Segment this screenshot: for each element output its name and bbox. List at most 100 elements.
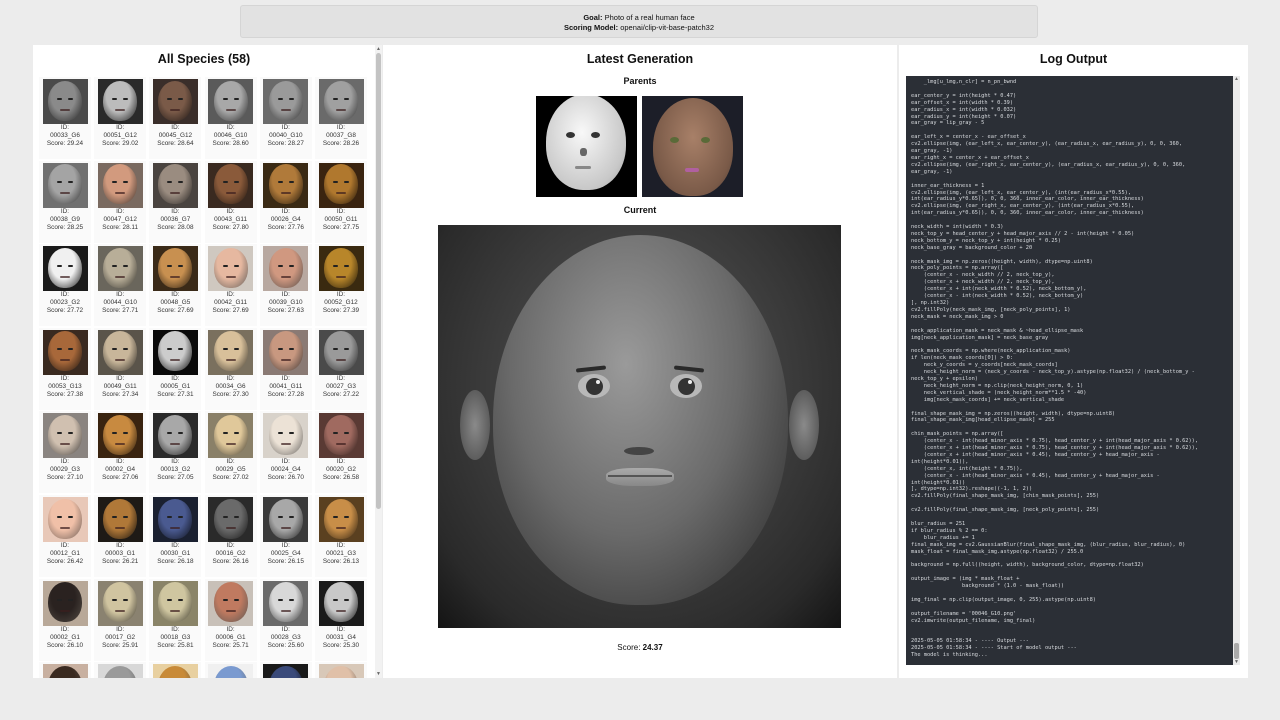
species-card[interactable]: ID: 00046_G10 Score: 28.60 (204, 77, 257, 159)
species-card[interactable]: ID: 00049_G11 Score: 27.34 (94, 327, 147, 410)
species-card[interactable]: ID: 00041_G11 Score: 27.28 (259, 327, 312, 410)
species-card[interactable]: ID: 00051_G12 Score: 29.02 (94, 77, 147, 159)
species-card[interactable]: ID: 00029_G3 Score: 27.10 (39, 411, 91, 494)
species-card[interactable]: ID: 00030_G1 Score: 26.18 (149, 495, 202, 577)
species-thumbnail[interactable] (263, 246, 309, 292)
species-thumbnail[interactable] (318, 580, 364, 626)
species-card[interactable]: ID: 00042_G11 Score: 27.69 (204, 244, 257, 327)
species-card[interactable]: ID: 00026_G4 Score: 27.76 (259, 160, 312, 243)
species-card[interactable]: ID: 00027_G3 Score: 27.22 (315, 327, 367, 410)
log-output-console[interactable]: _lmg[u_lmg,n_clr] = n_pn_bwnd ear_center… (906, 76, 1233, 665)
species-card[interactable]: ID: 00053_G13 Score: 27.38 (39, 327, 91, 410)
species-thumbnail[interactable] (263, 79, 309, 124)
species-thumbnail[interactable] (263, 413, 309, 459)
species-card[interactable]: ID: 00037_G8 Score: 28.26 (315, 77, 367, 159)
species-thumbnail[interactable] (208, 580, 254, 626)
species-thumbnail[interactable] (318, 497, 364, 542)
species-thumbnail[interactable] (318, 79, 364, 124)
species-card[interactable]: ID: 00047_G12 Score: 28.11 (94, 160, 147, 243)
species-thumbnail[interactable] (42, 79, 88, 124)
species-card[interactable]: ID: 00016_G2 Score: 26.16 (204, 495, 257, 577)
species-thumbnail[interactable] (152, 79, 198, 124)
species-thumbnail[interactable] (318, 329, 364, 375)
species-thumbnail[interactable] (152, 162, 198, 208)
species-thumbnail[interactable] (208, 413, 254, 459)
species-thumbnail[interactable] (42, 329, 88, 375)
species-card[interactable]: ID: 00012_G1 Score: 26.42 (39, 495, 91, 577)
species-card[interactable] (259, 662, 312, 678)
log-scroll-up-arrow-icon[interactable]: ▲ (1234, 76, 1239, 82)
species-card[interactable]: ID: 00017_G2 Score: 25.91 (94, 578, 147, 661)
species-card[interactable]: ID: 00048_G5 Score: 27.69 (149, 244, 202, 327)
species-thumbnail[interactable] (97, 413, 143, 459)
log-scroll-down-arrow-icon[interactable]: ▼ (1234, 659, 1239, 665)
species-thumbnail[interactable] (42, 664, 88, 678)
species-card[interactable]: ID: 00044_G10 Score: 27.71 (94, 244, 147, 327)
species-card[interactable] (149, 662, 202, 678)
species-thumbnail[interactable] (208, 79, 254, 124)
species-thumbnail[interactable] (97, 329, 143, 375)
species-thumbnail[interactable] (208, 664, 254, 678)
species-card[interactable]: ID: 00036_G7 Score: 28.08 (149, 160, 202, 243)
species-thumbnail[interactable] (152, 580, 198, 626)
species-thumbnail[interactable] (263, 329, 309, 375)
parent-image-1[interactable] (536, 96, 637, 197)
species-thumbnail[interactable] (152, 329, 198, 375)
species-thumbnail[interactable] (97, 664, 143, 678)
species-card[interactable]: ID: 00034_G6 Score: 27.30 (204, 327, 257, 410)
species-thumbnail[interactable] (208, 497, 254, 542)
species-card[interactable]: ID: 00038_G9 Score: 28.25 (39, 160, 91, 243)
species-thumbnail[interactable] (318, 413, 364, 459)
species-thumbnail[interactable] (42, 413, 88, 459)
species-card[interactable]: ID: 00003_G1 Score: 26.21 (94, 495, 147, 577)
log-scrollbar-thumb[interactable] (1234, 643, 1239, 659)
species-card[interactable]: ID: 00020_G2 Score: 26.58 (315, 411, 367, 494)
species-card[interactable]: ID: 00013_G2 Score: 27.05 (149, 411, 202, 494)
species-card[interactable]: ID: 00028_G3 Score: 25.60 (259, 578, 312, 661)
species-thumbnail[interactable] (152, 664, 198, 678)
species-card[interactable]: ID: 00050_G11 Score: 27.75 (315, 160, 367, 243)
species-card[interactable]: ID: 00024_G4 Score: 26.70 (259, 411, 312, 494)
parent-image-2[interactable] (642, 96, 743, 197)
species-thumbnail[interactable] (263, 580, 309, 626)
species-card[interactable] (204, 662, 257, 678)
species-card[interactable]: ID: 00018_G3 Score: 25.81 (149, 578, 202, 661)
species-thumbnail[interactable] (152, 246, 198, 292)
species-card[interactable]: ID: 00043_G11 Score: 27.80 (204, 160, 257, 243)
species-thumbnail[interactable] (263, 664, 309, 678)
species-thumbnail[interactable] (97, 246, 143, 292)
species-card[interactable] (39, 662, 91, 678)
species-card[interactable]: ID: 00039_G10 Score: 27.63 (259, 244, 312, 327)
species-card[interactable] (94, 662, 147, 678)
species-thumbnail[interactable] (42, 580, 88, 626)
species-thumbnail[interactable] (97, 162, 143, 208)
species-card[interactable]: ID: 00052_G12 Score: 27.39 (315, 244, 367, 327)
species-card[interactable]: ID: 00002_G1 Score: 26.10 (39, 578, 91, 661)
species-card[interactable]: ID: 00040_G10 Score: 28.27 (259, 77, 312, 159)
current-face-image[interactable] (438, 225, 841, 628)
log-scrollbar[interactable]: ▲ ▼ (1233, 76, 1240, 665)
species-thumbnail[interactable] (97, 497, 143, 542)
species-card[interactable]: ID: 00006_G1 Score: 25.71 (204, 578, 257, 661)
species-thumbnail[interactable] (152, 413, 198, 459)
species-thumbnail[interactable] (208, 329, 254, 375)
species-card[interactable]: ID: 00023_G2 Score: 27.72 (39, 244, 91, 327)
species-card[interactable]: ID: 00021_G3 Score: 26.13 (315, 495, 367, 577)
species-thumbnail[interactable] (208, 162, 254, 208)
species-thumbnail[interactable] (42, 246, 88, 292)
species-card[interactable]: ID: 00025_G4 Score: 26.15 (259, 495, 312, 577)
species-thumbnail[interactable] (42, 497, 88, 542)
species-thumbnail[interactable] (318, 246, 364, 292)
species-thumbnail[interactable] (263, 162, 309, 208)
species-card[interactable]: ID: 00002_G4 Score: 27.06 (94, 411, 147, 494)
species-thumbnail[interactable] (97, 580, 143, 626)
species-card[interactable]: ID: 00005_G1 Score: 27.31 (149, 327, 202, 410)
species-thumbnail[interactable] (208, 246, 254, 292)
species-scrollbar-thumb[interactable] (376, 53, 381, 509)
species-thumbnail[interactable] (318, 162, 364, 208)
species-thumbnail[interactable] (318, 664, 364, 678)
species-card[interactable]: ID: 00033_G6 Score: 29.24 (39, 77, 91, 159)
scroll-down-arrow-icon[interactable]: ▼ (376, 671, 381, 677)
species-card[interactable]: ID: 00045_G12 Score: 28.64 (149, 77, 202, 159)
species-card[interactable]: ID: 00031_G4 Score: 25.30 (315, 578, 367, 661)
